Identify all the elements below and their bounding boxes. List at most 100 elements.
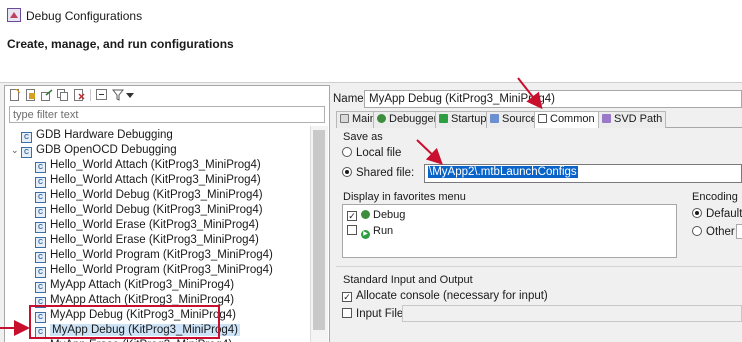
new-config-icon[interactable] <box>9 89 21 101</box>
window-title: Debug Configurations <box>26 9 143 23</box>
tree-item-label: Hello_World Attach (KitProg3_MiniProg4) <box>50 174 261 186</box>
tree-item-label: Hello_World Program (KitProg3_MiniProg4) <box>50 249 273 261</box>
debugger-tab-icon <box>377 114 386 123</box>
tree-config-item[interactable]: C Hello_World Program (KitProg3_MiniProg4… <box>35 248 273 263</box>
favorites-list: ✓ Debug ▶ Run <box>342 204 677 258</box>
tree-config-item[interactable]: C Hello_World Erase (KitProg3_MiniProg4) <box>35 218 259 233</box>
encoding-other-field[interactable] <box>736 224 742 239</box>
source-tab-icon <box>490 114 499 123</box>
tab-startup-label: Startup <box>451 113 487 125</box>
config-type-icon: C <box>35 252 46 263</box>
encoding-default-label: Default - <box>706 208 742 220</box>
tree-item-label: GDB OpenOCD Debugging <box>36 144 177 156</box>
shared-file-label: Shared file: <box>356 167 415 179</box>
tree-scrollbar-thumb[interactable] <box>313 130 325 330</box>
tab-common[interactable]: Common <box>534 111 599 129</box>
encoding-default-radio[interactable]: Default - <box>692 208 742 220</box>
shared-file-radio[interactable]: Shared file: <box>342 167 414 179</box>
config-type-icon: C <box>35 282 46 293</box>
tab-debugger[interactable]: Debugger <box>373 111 442 128</box>
new-prototype-icon[interactable] <box>25 89 37 101</box>
config-tabs: Main Debugger Startup Source Common SVD … <box>336 111 742 129</box>
tree-item-label: GDB Hardware Debugging <box>36 129 173 141</box>
favorite-debug-label: Debug <box>373 209 406 221</box>
favorite-run-item[interactable]: ▶ Run <box>347 225 393 239</box>
tree-config-item[interactable]: C Hello_World Program (KitProg3_MiniProg4… <box>35 263 273 278</box>
config-type-icon: C <box>35 237 46 248</box>
config-type-icon: C <box>35 207 46 218</box>
tab-common-label: Common <box>550 113 595 125</box>
tree-config-item[interactable]: C Hello_World Debug (KitProg3_MiniProg4) <box>35 188 263 203</box>
config-type-icon: C <box>35 162 46 173</box>
encoding-title: Encoding <box>692 191 738 203</box>
duplicate-config-icon[interactable] <box>57 89 69 101</box>
allocate-console-box: ✓ <box>342 292 352 302</box>
shared-file-radio-dot <box>342 167 352 177</box>
tab-source[interactable]: Source <box>486 111 541 128</box>
expand-toggle-icon[interactable]: ⌄ <box>11 143 21 158</box>
tree-item-label: Hello_World Debug (KitProg3_MiniProg4) <box>50 189 263 201</box>
tree-item-label: Hello_World Erase (KitProg3_MiniProg4) <box>50 219 259 231</box>
name-field[interactable] <box>364 90 742 108</box>
tree-category[interactable]: ⌄ C GDB OpenOCD Debugging <box>11 143 177 158</box>
std-io-title: Standard Input and Output <box>343 274 473 286</box>
tree-item-label: Hello_World Erase (KitProg3_MiniProg4) <box>50 234 259 246</box>
shared-file-field[interactable]: \MyApp2\.mtbLaunchConfigs <box>424 164 742 183</box>
view-menu-icon[interactable] <box>126 89 134 101</box>
tab-startup[interactable]: Startup <box>435 111 491 128</box>
encoding-other-radio[interactable]: Other <box>692 226 735 238</box>
common-tab-icon <box>538 114 547 123</box>
debug-configurations-icon <box>7 8 21 22</box>
favorite-debug-item[interactable]: ✓ Debug <box>347 209 405 221</box>
config-type-icon: C <box>21 132 32 143</box>
name-label: Name: <box>333 93 367 105</box>
favorite-run-label: Run <box>373 225 394 237</box>
input-file-field[interactable] <box>402 305 742 322</box>
filter-input[interactable] <box>9 106 325 123</box>
tree-config-item[interactable]: C MyApp Attach (KitProg3_MiniProg4) <box>35 278 234 293</box>
debug-bug-icon <box>361 210 370 219</box>
tree-item-label: Hello_World Program (KitProg3_MiniProg4) <box>50 264 273 276</box>
save-as-title: Save as <box>343 131 383 143</box>
config-type-icon: C <box>35 192 46 203</box>
local-file-label: Local file <box>356 147 402 159</box>
local-file-radio-dot <box>342 147 352 157</box>
encoding-default-radio-dot <box>692 208 702 218</box>
filter-icon[interactable] <box>112 89 124 101</box>
tree-category[interactable]: C GDB Hardware Debugging <box>11 128 173 143</box>
tab-source-label: Source <box>502 113 537 125</box>
tree-config-item[interactable]: C Hello_World Debug (KitProg3_MiniProg4) <box>35 203 263 218</box>
std-io-divider <box>336 266 742 267</box>
input-file-label: Input File: <box>356 308 407 320</box>
banner-title: Create, manage, and run configurations <box>7 37 234 51</box>
local-file-radio[interactable]: Local file <box>342 147 401 159</box>
tree-item-label: Hello_World Debug (KitProg3_MiniProg4) <box>50 204 263 216</box>
tree-config-item[interactable]: C Hello_World Attach (KitProg3_MiniProg4) <box>35 158 261 173</box>
run-play-icon: ▶ <box>361 230 370 239</box>
tab-debugger-label: Debugger <box>389 113 438 125</box>
config-type-icon: C <box>35 177 46 188</box>
encoding-other-label: Other <box>706 226 735 238</box>
config-type-icon: C <box>35 267 46 278</box>
delete-config-icon[interactable] <box>73 89 85 101</box>
allocate-console-checkbox[interactable]: ✓ Allocate console (necessary for input) <box>342 290 548 302</box>
input-file-checkbox[interactable]: Input File: <box>342 308 407 320</box>
tree-item-label: MyApp Attach (KitProg3_MiniProg4) <box>50 279 235 291</box>
tree-item-label: Hello_World Attach (KitProg3_MiniProg4) <box>50 159 261 171</box>
favorite-debug-checkbox[interactable]: ✓ <box>347 211 357 221</box>
toolbar-separator <box>90 89 91 101</box>
tree-config-item[interactable]: C Hello_World Attach (KitProg3_MiniProg4) <box>35 173 261 188</box>
favorites-title: Display in favorites menu <box>343 191 466 203</box>
config-type-icon: C <box>35 222 46 233</box>
left-toolbar <box>5 86 329 104</box>
tree-config-item[interactable]: C Hello_World Erase (KitProg3_MiniProg4) <box>35 233 259 248</box>
allocate-console-label: Allocate console (necessary for input) <box>356 290 548 302</box>
config-type-icon: C <box>21 147 32 158</box>
export-config-icon[interactable] <box>41 89 53 101</box>
tab-svd-path[interactable]: SVD Path <box>598 111 667 128</box>
collapse-all-icon[interactable] <box>96 89 108 101</box>
main-tab-icon <box>340 114 349 123</box>
svd-tab-icon <box>602 114 611 123</box>
favorite-run-checkbox[interactable] <box>347 225 357 235</box>
tab-svd-path-label: SVD Path <box>614 113 663 125</box>
